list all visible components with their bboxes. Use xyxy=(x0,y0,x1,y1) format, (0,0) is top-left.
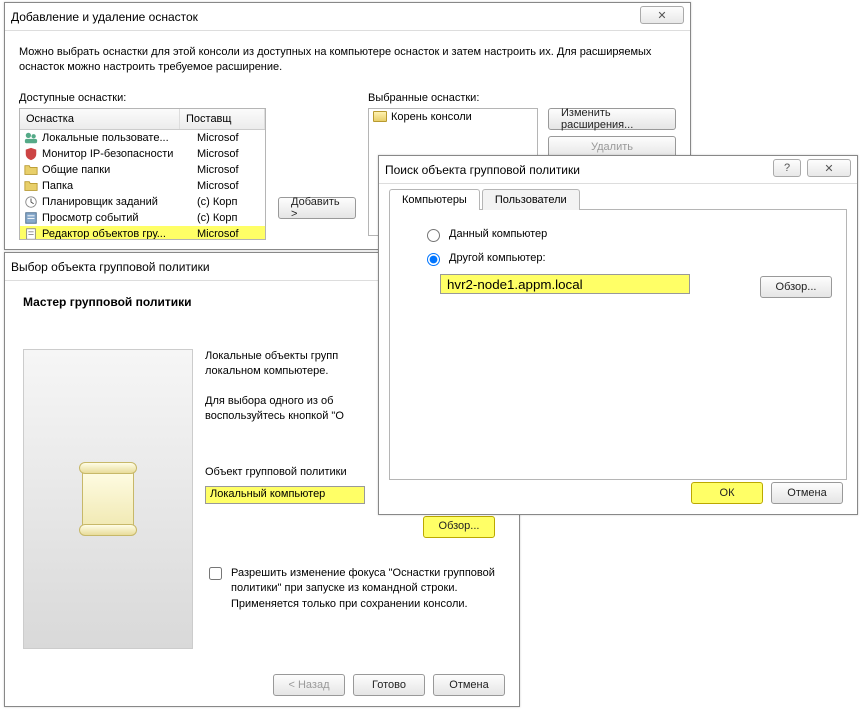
finish-button[interactable]: Готово xyxy=(353,674,425,696)
radio-other-label: Другой компьютер: xyxy=(449,252,546,264)
back-button[interactable]: < Назад xyxy=(273,674,345,696)
titlebar[interactable]: Поиск объекта групповой политики ? ✕ xyxy=(379,156,857,184)
available-label: Доступные оснастки: xyxy=(19,92,266,104)
snapin-vendor: Microsof xyxy=(197,180,239,192)
window-title: Добавление и удаление оснасток xyxy=(11,10,198,24)
tab-users[interactable]: Пользователи xyxy=(482,189,580,210)
close-icon: ✕ xyxy=(657,9,666,22)
edit-extensions-button[interactable]: Изменить расширения... xyxy=(548,108,676,130)
folder-icon xyxy=(373,111,387,122)
snapin-vendor: Microsof xyxy=(197,164,239,176)
tabs: Компьютеры Пользователи xyxy=(389,188,847,210)
users-icon xyxy=(24,131,38,145)
snapin-vendor: (c) Корп xyxy=(197,196,237,208)
snapin-name: Папка xyxy=(42,180,197,192)
snapin-row[interactable]: Планировщик заданий(c) Корп xyxy=(20,194,265,210)
list-header: Оснастка Поставщ xyxy=(20,109,265,130)
snapin-name: Планировщик заданий xyxy=(42,196,197,208)
ok-button[interactable]: ОК xyxy=(691,482,763,504)
gp-object-input[interactable]: Локальный компьютер xyxy=(205,486,365,504)
window-title: Поиск объекта групповой политики xyxy=(385,163,580,177)
close-button[interactable]: ✕ xyxy=(807,159,851,177)
snapin-row[interactable]: ПапкаMicrosof xyxy=(20,178,265,194)
available-snapins-list[interactable]: Оснастка Поставщ Локальные пользовате...… xyxy=(19,108,266,240)
computer-name-input[interactable] xyxy=(440,274,690,294)
tab-body: Данный компьютер Другой компьютер: Обзор… xyxy=(389,210,847,480)
selected-label: Выбранные оснастки: xyxy=(368,92,676,104)
col-snapin[interactable]: Оснастка xyxy=(20,109,180,129)
radio-this-label: Данный компьютер xyxy=(449,228,547,240)
allow-focus-checkbox[interactable] xyxy=(209,567,222,580)
find-gp-object-window: Поиск объекта групповой политики ? ✕ Ком… xyxy=(378,155,858,515)
snapin-name: Локальные пользовате... xyxy=(42,132,197,144)
snapin-name: Редактор объектов гру... xyxy=(42,228,197,240)
add-button[interactable]: Добавить > xyxy=(278,197,356,219)
policy-icon xyxy=(24,227,38,240)
snapin-vendor: (c) Корп xyxy=(197,212,237,224)
intro-text: Можно выбрать оснастки для этой консоли … xyxy=(19,45,676,76)
window-title: Выбор объекта групповой политики xyxy=(11,260,210,274)
shield-icon xyxy=(24,147,38,161)
col-vendor[interactable]: Поставщ xyxy=(180,109,265,129)
snapin-rows: Локальные пользовате...MicrosofМонитор I… xyxy=(20,130,265,240)
folder-icon xyxy=(24,163,38,177)
snapin-row[interactable]: Монитор IP-безопасностиMicrosof xyxy=(20,146,265,162)
help-button[interactable]: ? xyxy=(773,159,801,177)
cancel-button[interactable]: Отмена xyxy=(433,674,505,696)
snapin-vendor: Microsof xyxy=(197,148,239,160)
wizard-image xyxy=(23,349,193,649)
close-icon: ✕ xyxy=(824,162,833,175)
snapin-row[interactable]: Общие папкиMicrosof xyxy=(20,162,265,178)
console-root-label: Корень консоли xyxy=(391,111,472,123)
radio-other-computer[interactable] xyxy=(427,253,440,266)
cancel-button[interactable]: Отмена xyxy=(771,482,843,504)
help-icon: ? xyxy=(784,162,790,174)
snapin-name: Просмотр событий xyxy=(42,212,197,224)
close-button[interactable]: ✕ xyxy=(640,6,684,24)
event-icon xyxy=(24,211,38,225)
snapin-name: Общие папки xyxy=(42,164,197,176)
checkbox-label: Разрешить изменение фокуса "Оснастки гру… xyxy=(231,566,501,612)
snapin-row[interactable]: Просмотр событий(c) Корп xyxy=(20,210,265,226)
radio-this-computer[interactable] xyxy=(427,229,440,242)
clock-icon xyxy=(24,195,38,209)
tab-computers[interactable]: Компьютеры xyxy=(389,189,480,210)
snapin-vendor: Microsof xyxy=(197,228,239,240)
console-root-item[interactable]: Корень консоли xyxy=(373,111,533,123)
titlebar[interactable]: Добавление и удаление оснасток ✕ xyxy=(5,3,690,31)
snapin-row[interactable]: Локальные пользовате...Microsof xyxy=(20,130,265,146)
snapin-name: Монитор IP-безопасности xyxy=(42,148,197,160)
browse-button[interactable]: Обзор... xyxy=(423,516,495,538)
browse-button[interactable]: Обзор... xyxy=(760,276,832,298)
snapin-row[interactable]: Редактор объектов гру...Microsof xyxy=(20,226,265,240)
folder-icon xyxy=(24,179,38,193)
scroll-icon xyxy=(82,467,134,531)
snapin-vendor: Microsof xyxy=(197,132,239,144)
